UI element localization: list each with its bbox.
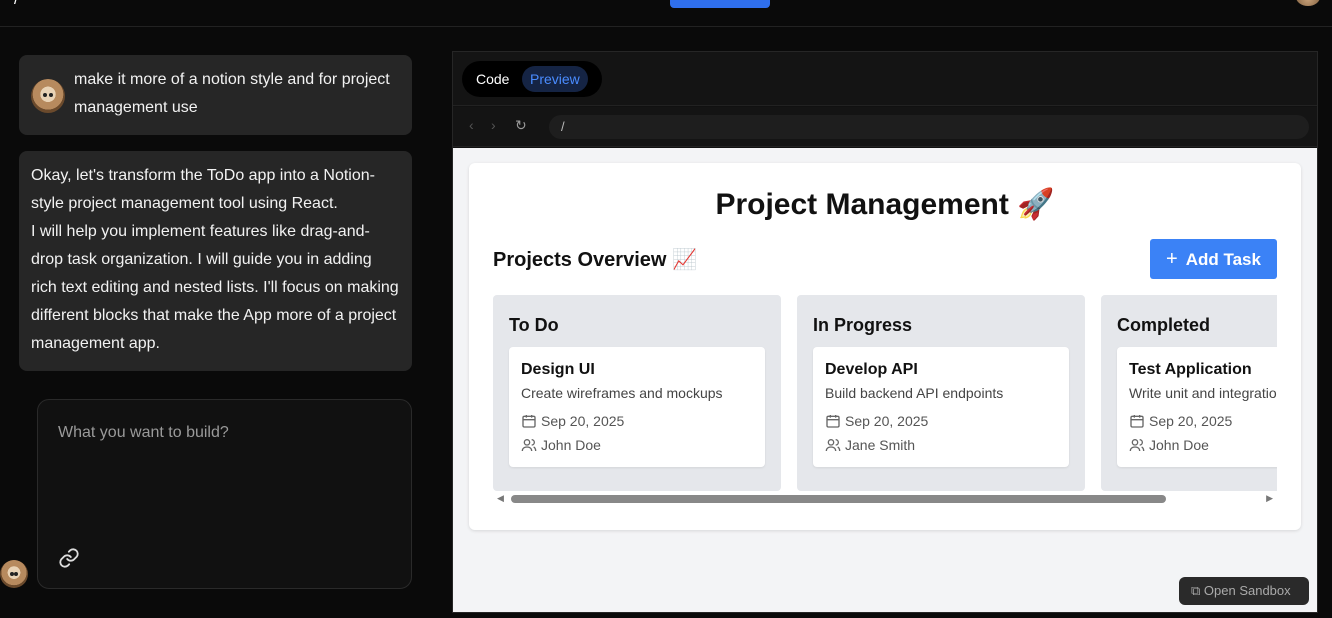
open-sandbox-label: Open Sandbox	[1203, 583, 1291, 598]
task-title: Design UI	[521, 361, 595, 378]
column-todo: To Do Design UI Create wireframes and mo…	[493, 295, 781, 491]
assistant-line: management app.	[31, 335, 160, 352]
task-date: Sep 20, 2025	[825, 413, 928, 429]
column-title: In Progress	[813, 315, 913, 335]
assistant-line: I will help you implement features like …	[31, 223, 370, 240]
top-bar: /	[0, 0, 1332, 27]
scrollbar-thumb[interactable]	[511, 495, 1166, 503]
preview-panel: Code Preview ‹ › ↻ / Project Management …	[452, 51, 1318, 613]
task-assignee: John Doe	[521, 437, 601, 453]
tab-preview[interactable]: Preview	[522, 66, 588, 92]
calendar-icon	[826, 415, 840, 428]
task-card[interactable]: Test Application Write unit and integrat…	[1117, 347, 1277, 467]
task-card[interactable]: Develop API Build backend API endpoints …	[813, 347, 1069, 467]
app-card: Project Management 🚀 Projects Overview 📈…	[469, 163, 1301, 530]
assistant-line: rich text editing and nested lists. I'll…	[31, 279, 399, 296]
panel-header: Code Preview	[453, 52, 1317, 106]
preview-viewport: Project Management 🚀 Projects Overview 📈…	[453, 148, 1317, 612]
url-field[interactable]: /	[549, 115, 1309, 139]
tab-code[interactable]: Code	[468, 66, 517, 92]
task-assignee: John Doe	[1129, 437, 1209, 453]
task-date-text: Sep 20, 2025	[845, 413, 929, 429]
back-icon[interactable]: ‹	[469, 117, 474, 133]
composer	[37, 399, 412, 589]
forward-icon[interactable]: ›	[491, 117, 496, 133]
task-date-text: Sep 20, 2025	[1149, 413, 1233, 429]
assistant-line: different blocks that make the App more …	[31, 307, 397, 324]
open-sandbox-button[interactable]: ⧉ Open Sandbox	[1179, 577, 1309, 605]
view-toggle: Code Preview	[462, 61, 602, 97]
user-message-text: make it more of a notion style and for p…	[74, 71, 390, 116]
external-link-icon: ⧉	[1191, 583, 1204, 598]
task-assignee-text: John Doe	[541, 437, 601, 453]
task-description: Build backend API endpoints	[825, 385, 1004, 401]
column-in-progress: In Progress Develop API Build backend AP…	[797, 295, 1085, 491]
users-icon	[1129, 439, 1145, 452]
column-title: Completed	[1117, 315, 1211, 335]
plus-icon: +	[1166, 248, 1178, 270]
column-title: To Do	[509, 315, 559, 335]
task-date: Sep 20, 2025	[521, 413, 624, 429]
user-message: make it more of a notion style and for p…	[19, 55, 412, 135]
users-icon	[825, 439, 841, 452]
scroll-left-icon[interactable]: ◀	[497, 493, 504, 504]
page-title: Project Management 🚀	[715, 188, 1055, 221]
task-assignee-text: Jane Smith	[845, 437, 916, 453]
board-scrollbar[interactable]: ◀ ▶	[493, 493, 1277, 505]
add-task-button[interactable]: + Add Task	[1150, 239, 1277, 279]
assistant-message: Okay, let's transform the ToDo app into …	[19, 151, 412, 371]
task-date: Sep 20, 2025	[1129, 413, 1232, 429]
task-assignee-text: John Doe	[1149, 437, 1209, 453]
task-date-text: Sep 20, 2025	[541, 413, 625, 429]
logo-icon[interactable]: /	[14, 0, 28, 8]
sidebar-avatar[interactable]	[0, 560, 28, 588]
overview-heading: Projects Overview 📈	[493, 249, 697, 271]
task-title: Test Application	[1129, 361, 1252, 378]
task-title: Develop API	[825, 361, 918, 378]
assistant-line: drop task organization. I will guide you…	[31, 251, 372, 268]
task-assignee: Jane Smith	[825, 437, 915, 453]
reload-icon[interactable]: ↻	[515, 117, 527, 134]
address-bar: ‹ › ↻ /	[453, 107, 1317, 147]
account-avatar[interactable]	[1296, 0, 1320, 6]
user-avatar	[31, 79, 65, 113]
calendar-icon	[1130, 415, 1144, 428]
kanban-board: To Do Design UI Create wireframes and mo…	[493, 295, 1277, 491]
assistant-line: style project management tool using Reac…	[31, 195, 338, 212]
assistant-line: Okay, let's transform the ToDo app into …	[31, 167, 375, 184]
task-description: Write unit and integratio	[1129, 385, 1277, 401]
add-task-label: Add Task	[1185, 250, 1261, 269]
column-completed: Completed Test Application Write unit an…	[1101, 295, 1277, 491]
calendar-icon	[522, 415, 536, 428]
prompt-input[interactable]	[58, 420, 388, 446]
scroll-right-icon[interactable]: ▶	[1266, 493, 1273, 504]
link-icon[interactable]	[58, 547, 80, 569]
task-card[interactable]: Design UI Create wireframes and mockups …	[509, 347, 765, 467]
users-icon	[521, 439, 537, 452]
task-description: Create wireframes and mockups	[521, 385, 723, 401]
top-primary-button[interactable]	[670, 0, 770, 8]
